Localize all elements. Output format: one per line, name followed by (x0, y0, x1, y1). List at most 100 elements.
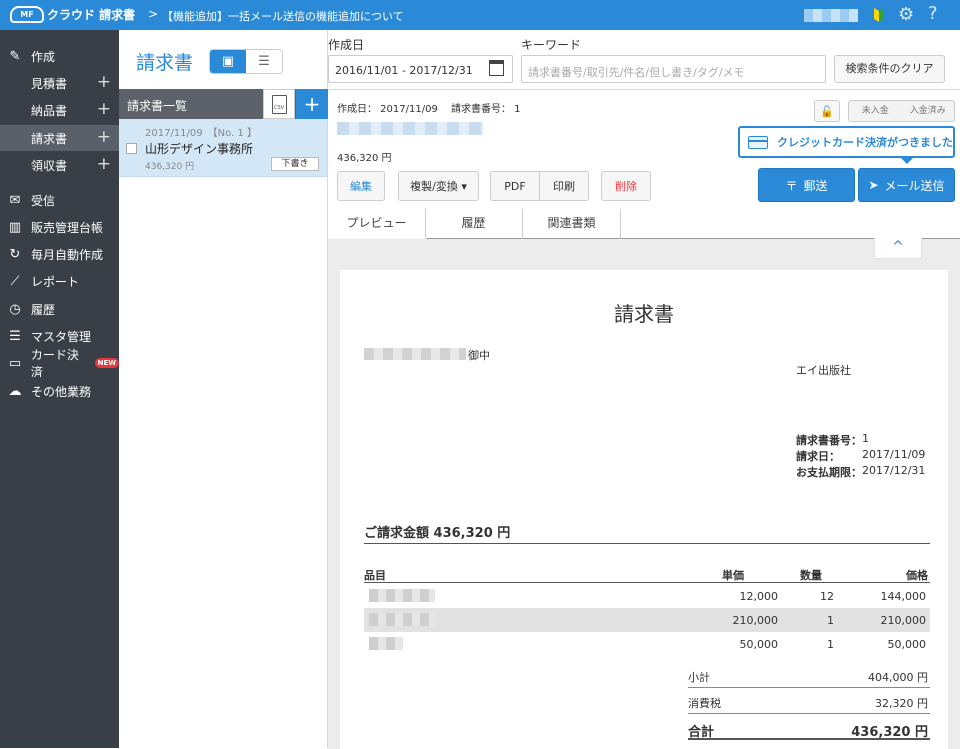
list-item-name: 山形デザイン事務所 (145, 142, 254, 156)
sidebar-item-report[interactable]: ⟋ レポート (0, 268, 119, 294)
list-header: 請求書一覧 CSV + (119, 89, 328, 119)
column-header-item: 品目 (364, 569, 386, 582)
sidebar-item-other[interactable]: ☁ その他業務 (0, 378, 119, 404)
credit-card-icon: ▭ (8, 355, 22, 371)
chart-line-icon: ⟋ (10, 273, 20, 289)
status-badge: 下書き (271, 157, 319, 171)
sidebar-item-history[interactable]: ◷ 履歴 (0, 296, 119, 322)
info-label: 請求書番号： (796, 434, 862, 447)
announcement-link[interactable]: 【機能追加】一括メール送信の機能追加について (162, 8, 404, 24)
tax-row: 消費税 32,320 円 (688, 690, 930, 714)
tab-related[interactable]: 関連書類 (523, 209, 621, 239)
csv-file-icon: CSV (271, 94, 287, 114)
sidebar-sub-label: 領収書 (31, 158, 68, 173)
invoice-date: 請求日： 2017/11/09 (796, 448, 925, 464)
pencil-icon: ✎ (9, 48, 21, 64)
sidebar-sub-delivery[interactable]: 納品書 + (0, 97, 119, 123)
user-name-blurred[interactable] (804, 9, 858, 22)
list-view-icon[interactable]: ☰ (246, 50, 282, 73)
subtotal-row: 小計 404,000 円 (688, 664, 930, 688)
email-send-button[interactable]: ➤ メール送信 (858, 168, 955, 202)
tax-value: 32,320 円 (875, 697, 928, 710)
plus-icon[interactable]: + (97, 72, 111, 92)
calendar-icon[interactable] (489, 60, 504, 76)
subtotal-label: 小計 (688, 671, 710, 684)
postal-mail-label: 郵送 (803, 178, 828, 193)
edit-button[interactable]: 編集 (337, 171, 385, 201)
grand-total-row: 合計 436,320 円 (688, 716, 930, 740)
date-range-input[interactable]: 2016/11/01 - 2017/12/31 (328, 55, 513, 83)
unpaid-button[interactable]: 未入金 (849, 101, 902, 121)
send-icon: ➤ (868, 178, 879, 192)
clear-filters-button[interactable]: 検索条件のクリア (834, 55, 945, 83)
issuer-name: エイ出版社 (796, 364, 851, 377)
qty-cell: 12 (820, 590, 834, 603)
split-view-icon[interactable]: ▣ (210, 50, 246, 73)
cloud-icon: ☁ (8, 383, 22, 399)
invoice-list-panel: 請求書 ▣ ☰ 請求書一覧 CSV + 2017/11/09 【No. 1 】 … (119, 30, 328, 748)
gear-icon[interactable]: ⚙ (898, 4, 914, 25)
collapse-chevron-icon[interactable]: ^ (874, 238, 922, 259)
keyword-label: キーワード (521, 38, 582, 52)
detail-amount: 436,320 円 (337, 153, 392, 164)
column-header-unit: 単価 (722, 569, 744, 582)
invoice-due: お支払期限： 2017/12/31 (796, 464, 925, 480)
grand-total-label: 合計 (688, 725, 715, 740)
sidebar-item-label: レポート (31, 274, 80, 289)
help-icon[interactable]: ? (928, 3, 938, 24)
list-icon: ☰ (9, 328, 21, 344)
top-bar: MF クラウド 請求書 > 【機能追加】一括メール送信の機能追加について ⚙ ? (0, 0, 960, 30)
sidebar-item-inbox[interactable]: ✉ 受信 (0, 187, 119, 213)
tab-preview[interactable]: プレビュー (328, 209, 426, 239)
app-name: クラウド 請求書 (47, 8, 136, 22)
recipient-blurred (364, 348, 466, 360)
refresh-icon: ↻ (9, 246, 21, 262)
sidebar-sub-invoice[interactable]: 請求書 + (0, 125, 119, 151)
sidebar-item-label: カード決済 (30, 348, 79, 379)
app-logo[interactable]: MF クラウド 請求書 (10, 6, 135, 23)
tooltip-text: クレジットカード決済がつきました (777, 136, 953, 149)
header-divider (364, 582, 930, 583)
delete-button[interactable]: 削除 (601, 171, 651, 201)
subtotal-value: 404,000 円 (868, 671, 928, 684)
payment-status-toggle: 未入金 入金済み (848, 100, 955, 122)
tab-history[interactable]: 履歴 (425, 209, 523, 239)
add-invoice-button[interactable]: + (296, 89, 328, 119)
sidebar-sub-quote[interactable]: 見積書 + (0, 70, 119, 96)
csv-import-button[interactable]: CSV (263, 89, 295, 119)
list-item-checkbox[interactable] (126, 143, 137, 154)
inbox-icon: ✉ (9, 192, 21, 208)
info-value: 2017/11/09 (862, 448, 926, 461)
recipient-suffix: 御中 (468, 349, 490, 362)
print-button[interactable]: 印刷 (539, 171, 589, 201)
list-item[interactable]: 2017/11/09 【No. 1 】 山形デザイン事務所 436,320 円 … (119, 119, 327, 177)
sidebar-item-card[interactable]: ▭ カード決済 NEW (0, 348, 119, 379)
info-label: お支払期限： (796, 466, 862, 479)
postal-mail-button[interactable]: 〒郵送 (758, 168, 855, 202)
sidebar-sub-label: 見積書 (31, 76, 68, 91)
sidebar-item-label: 受信 (31, 193, 56, 208)
billing-total-label: ご請求金額 436,320 円 (364, 526, 511, 541)
sidebar-item-ledger[interactable]: ▥ 販売管理台帳 (0, 214, 119, 240)
sidebar-item-create[interactable]: ✎ 作成 (0, 43, 119, 69)
plus-icon[interactable]: + (97, 99, 111, 119)
sidebar-item-label: 履歴 (31, 302, 56, 317)
billing-total: ご請求金額 436,320 円 (364, 522, 930, 544)
lock-icon[interactable]: 🔓 (814, 100, 840, 122)
detail-meta: 作成日： 2017/11/09 請求書番号： 1 (337, 104, 521, 115)
pdf-button[interactable]: PDF (490, 171, 540, 201)
sidebar-sub-label: 納品書 (31, 103, 68, 118)
preview-area: 請求書 御中 エイ出版社 請求書番号： 1 請求日： 2017/11/09 お支払期… (328, 239, 960, 749)
sidebar-sub-receipt[interactable]: 領収書 + (0, 152, 119, 178)
table-row: 50,000 1 50,000 (364, 632, 930, 656)
sidebar-item-label: その他業務 (31, 384, 92, 399)
paid-button[interactable]: 入金済み (902, 101, 955, 121)
keyword-input[interactable]: 請求書番号/取引先/件名/但し書き/タグ/メモ (521, 55, 826, 83)
plus-icon[interactable]: + (97, 127, 111, 147)
invoice-paper: 請求書 御中 エイ出版社 請求書番号： 1 請求日： 2017/11/09 お支払期… (340, 270, 948, 749)
beginner-mark-icon[interactable] (873, 7, 885, 23)
copy-convert-button[interactable]: 複製/変換 ▾ (398, 171, 479, 201)
plus-icon[interactable]: + (97, 154, 111, 174)
table-row: 210,000 1 210,000 (364, 608, 930, 632)
sidebar-item-monthly[interactable]: ↻ 毎月自動作成 (0, 241, 119, 267)
